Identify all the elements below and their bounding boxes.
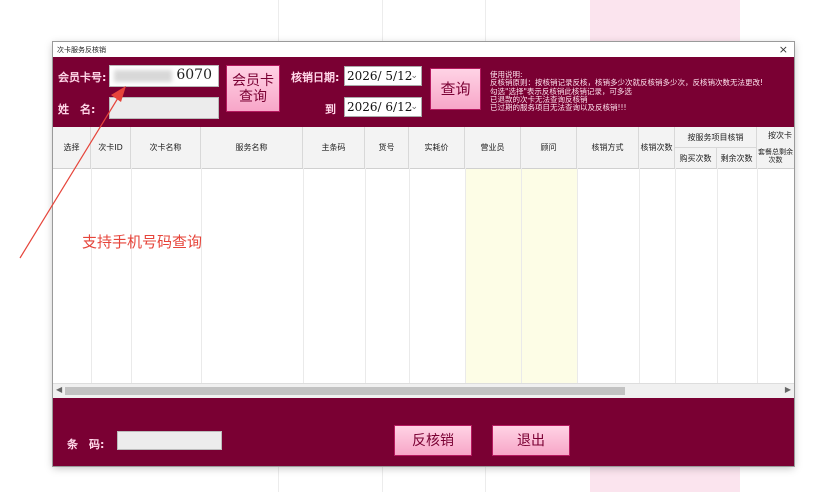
column-header[interactable]: 购买次数 [675, 148, 717, 168]
column-divider [91, 168, 92, 384]
group-header-service: 按服务项目核销 [675, 127, 757, 148]
column-divider [757, 168, 758, 384]
table-header: 选择 次卡ID 次卡名称 服务名称 主条码 货号 实耗价 营业员 顾问 核销方式… [53, 127, 794, 169]
query-panel: 会员卡号: 6070 姓 名: 会员卡 查询 核销日期: 2026/ 5/12 … [53, 57, 794, 127]
column-divider [465, 168, 466, 384]
annotation-text: 支持手机号码查询 [82, 233, 203, 251]
column-header[interactable]: 服务名称 [201, 127, 303, 168]
column-header[interactable]: 剩余次数 [717, 148, 757, 168]
reverse-writeoff-dialog: 次卡服务反核销 × 会员卡号: 6070 姓 名: 会员卡 查询 核销日期: 2… [53, 42, 794, 466]
date-to-picker[interactable]: 2026/ 6/12 ⌄ [344, 97, 422, 117]
column-header[interactable]: 选择 [53, 127, 91, 168]
member-card-query-button[interactable]: 会员卡 查询 [226, 65, 280, 112]
scroll-left-icon[interactable]: ◀ [56, 385, 62, 394]
column-header[interactable]: 核销方式 [577, 127, 639, 168]
redacted-digits [114, 70, 172, 82]
column-header[interactable]: 实耗价 [409, 127, 465, 168]
group-header-card: 按次卡 [768, 131, 792, 140]
column-header[interactable]: 营业员 [465, 127, 521, 168]
column-header[interactable]: 次卡名称 [131, 127, 201, 168]
barcode-label: 条 码: [67, 438, 105, 451]
card-number-label: 会员卡号: [58, 71, 107, 84]
column-divider [365, 168, 366, 384]
scroll-right-icon[interactable]: ▶ [785, 385, 791, 394]
scrollbar-thumb[interactable] [65, 387, 625, 395]
date-from-value: 2026/ 5/12 [347, 69, 413, 83]
column-divider [521, 168, 522, 384]
window-title: 次卡服务反核销 [57, 46, 106, 54]
exit-button[interactable]: 退出 [492, 425, 570, 456]
date-to-label: 到 [325, 103, 336, 116]
chevron-down-icon[interactable]: ⌄ [410, 67, 418, 85]
column-header[interactable]: 核销次数 [639, 127, 675, 168]
chevron-down-icon[interactable]: ⌄ [410, 98, 418, 116]
writeoff-records-table: 选择 次卡ID 次卡名称 服务名称 主条码 货号 实耗价 营业员 顾问 核销方式… [53, 127, 794, 398]
query-button[interactable]: 查询 [430, 68, 481, 110]
title-bar: 次卡服务反核销 × [53, 42, 794, 57]
close-icon[interactable]: × [779, 43, 788, 56]
name-label: 姓 名: [58, 103, 96, 116]
column-divider [409, 168, 410, 384]
horizontal-scrollbar[interactable]: ◀ ▶ [53, 383, 794, 398]
column-header[interactable]: 顾问 [521, 127, 577, 168]
card-number-input[interactable]: 6070 [109, 65, 219, 87]
action-footer: 条 码: 反核销 退出 [53, 398, 794, 466]
column-header[interactable]: 货号 [365, 127, 409, 168]
instruction-line: 已过期的服务项目无法查询以及反核销!!! [490, 103, 627, 113]
column-header[interactable]: 套餐总剩余次数 [757, 144, 794, 168]
date-to-value: 2026/ 6/12 [347, 100, 413, 114]
name-input[interactable] [109, 97, 219, 119]
column-divider [303, 168, 304, 384]
usage-instructions: 使用说明: 反核销原则：按核销记录反核，核销多少次就反核销多少次，反核销次数无法… [490, 70, 763, 113]
column-divider [675, 168, 676, 384]
date-from-picker[interactable]: 2026/ 5/12 ⌄ [344, 66, 422, 86]
column-divider [131, 168, 132, 384]
column-divider [201, 168, 202, 384]
writeoff-date-label: 核销日期: [291, 71, 340, 84]
column-divider [577, 168, 578, 384]
column-divider [639, 168, 640, 384]
column-divider [717, 168, 718, 384]
column-header[interactable]: 主条码 [303, 127, 365, 168]
column-header[interactable]: 次卡ID [91, 127, 131, 168]
barcode-input[interactable] [117, 431, 222, 450]
reverse-writeoff-button[interactable]: 反核销 [394, 425, 472, 456]
card-number-value: 6070 [176, 67, 212, 83]
